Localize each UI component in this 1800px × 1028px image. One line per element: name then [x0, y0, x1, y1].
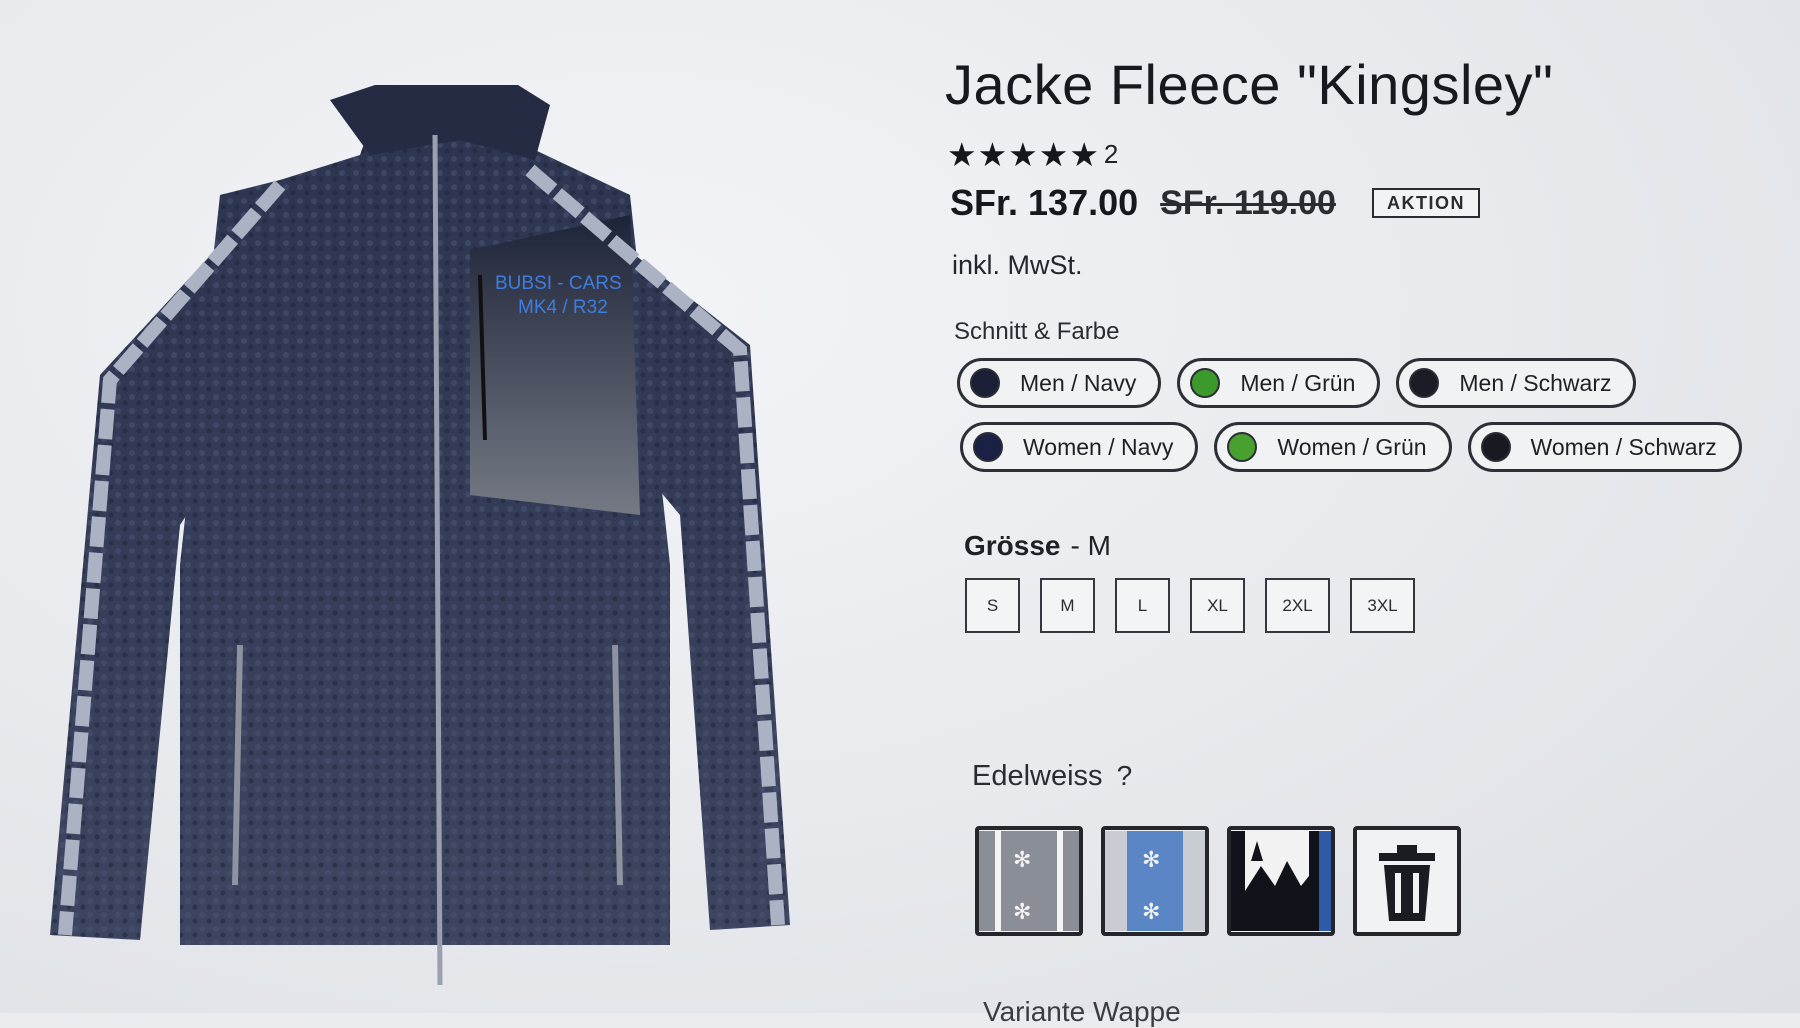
fleece-jacket-image: BUBSI - CARS MK4 / R32: [50, 85, 790, 986]
edelweiss-blue-pattern-option[interactable]: ✻ ✻: [1101, 826, 1209, 936]
product-image[interactable]: BUBSI - CARS MK4 / R32: [30, 85, 830, 1005]
color-swatch-black: [1480, 432, 1511, 462]
price-row: SFr. 137.00 SFr. 119.00 AKTION: [950, 182, 1480, 224]
embroidery-line-2: MK4 / R32: [518, 297, 608, 318]
color-swatch-green: [1190, 368, 1221, 398]
edelweiss-label-text: Edelweiss: [972, 760, 1103, 792]
size-option-2xl[interactable]: 2XL: [1265, 578, 1330, 633]
variant-women-navy[interactable]: Women / Navy: [960, 422, 1199, 472]
color-swatch-navy: [970, 368, 1000, 398]
svg-text:✻: ✻: [1013, 900, 1031, 925]
variant-label-men-black: Men / Schwarz: [1459, 369, 1612, 396]
variant-coat-of-arms-label: Variante Wappe: [983, 996, 1181, 1027]
embroidery-line-1: BUBSI - CARS: [495, 273, 622, 294]
size-label: Grösse: [964, 530, 1061, 561]
size-heading: Grösse - M: [964, 530, 1111, 562]
vat-note: inkl. MwSt.: [952, 250, 1083, 280]
help-icon[interactable]: ?: [1117, 760, 1133, 791]
old-price: SFr. 119.00: [1160, 183, 1336, 222]
svg-text:✻: ✻: [1013, 848, 1031, 873]
svg-text:✻: ✻: [1142, 848, 1160, 873]
size-option-xl[interactable]: XL: [1190, 578, 1245, 633]
variant-men-navy[interactable]: Men / Navy: [957, 358, 1162, 408]
product-info: Jacke Fleece "Kingsley" ★★★★★ 2 SFr. 137…: [945, 0, 1787, 1027]
color-swatch-green: [1227, 432, 1258, 462]
product-title: Jacke Fleece "Kingsley": [945, 53, 1554, 116]
rating-count: 2: [1103, 139, 1119, 169]
size-option-s[interactable]: S: [965, 578, 1020, 633]
alpine-landscape-pattern-option[interactable]: [1227, 826, 1335, 936]
variant-men-green[interactable]: Men / Grün: [1177, 358, 1381, 408]
size-option-l[interactable]: L: [1115, 578, 1170, 633]
trash-icon: [1379, 845, 1435, 921]
variant-women-green[interactable]: Women / Grün: [1214, 422, 1452, 472]
variant-women-black[interactable]: Women / Schwarz: [1467, 422, 1742, 472]
color-swatch-black: [1409, 368, 1440, 398]
color-swatch-navy: [973, 432, 1003, 462]
product-page: BUBSI - CARS MK4 / R32 Jacke Fleece "Kin…: [0, 0, 1800, 1027]
edelweiss-grey-pattern-icon: ✻ ✻: [979, 831, 1079, 931]
edelweiss-label: Edelweiss?: [972, 760, 1132, 793]
size-option-m[interactable]: M: [1040, 578, 1095, 633]
star-rating-icons: ★★★★★: [947, 136, 1100, 173]
size-option-3xl[interactable]: 3XL: [1350, 578, 1415, 633]
variant-label-women-green: Women / Grün: [1277, 433, 1427, 460]
variant-options: Men / Navy Men / Grün Men / Schwarz Wome…: [957, 358, 1787, 486]
rating[interactable]: ★★★★★ 2: [947, 138, 1118, 171]
variant-label-women-navy: Women / Navy: [1023, 433, 1174, 460]
variant-men-black[interactable]: Men / Schwarz: [1396, 358, 1637, 408]
variant-label-men-green: Men / Grün: [1240, 369, 1356, 396]
size-selected: - M: [1070, 530, 1111, 561]
size-options: S M L XL 2XL 3XL: [965, 578, 1415, 633]
edelweiss-grey-pattern-option[interactable]: ✻ ✻: [975, 826, 1083, 936]
variant-label-women-black: Women / Schwarz: [1530, 433, 1717, 460]
edelweiss-options: ✻ ✻ ✻ ✻: [975, 826, 1461, 936]
edelweiss-blue-pattern-icon: ✻ ✻: [1105, 831, 1205, 931]
current-price: SFr. 137.00: [950, 182, 1139, 223]
variant-label: Schnitt & Farbe: [954, 318, 1120, 345]
svg-text:✻: ✻: [1142, 900, 1160, 925]
delete-option[interactable]: [1353, 826, 1461, 936]
variant-label-men-navy: Men / Navy: [1020, 369, 1137, 396]
sale-badge: AKTION: [1371, 188, 1480, 218]
alpine-landscape-pattern-icon: [1231, 831, 1331, 931]
